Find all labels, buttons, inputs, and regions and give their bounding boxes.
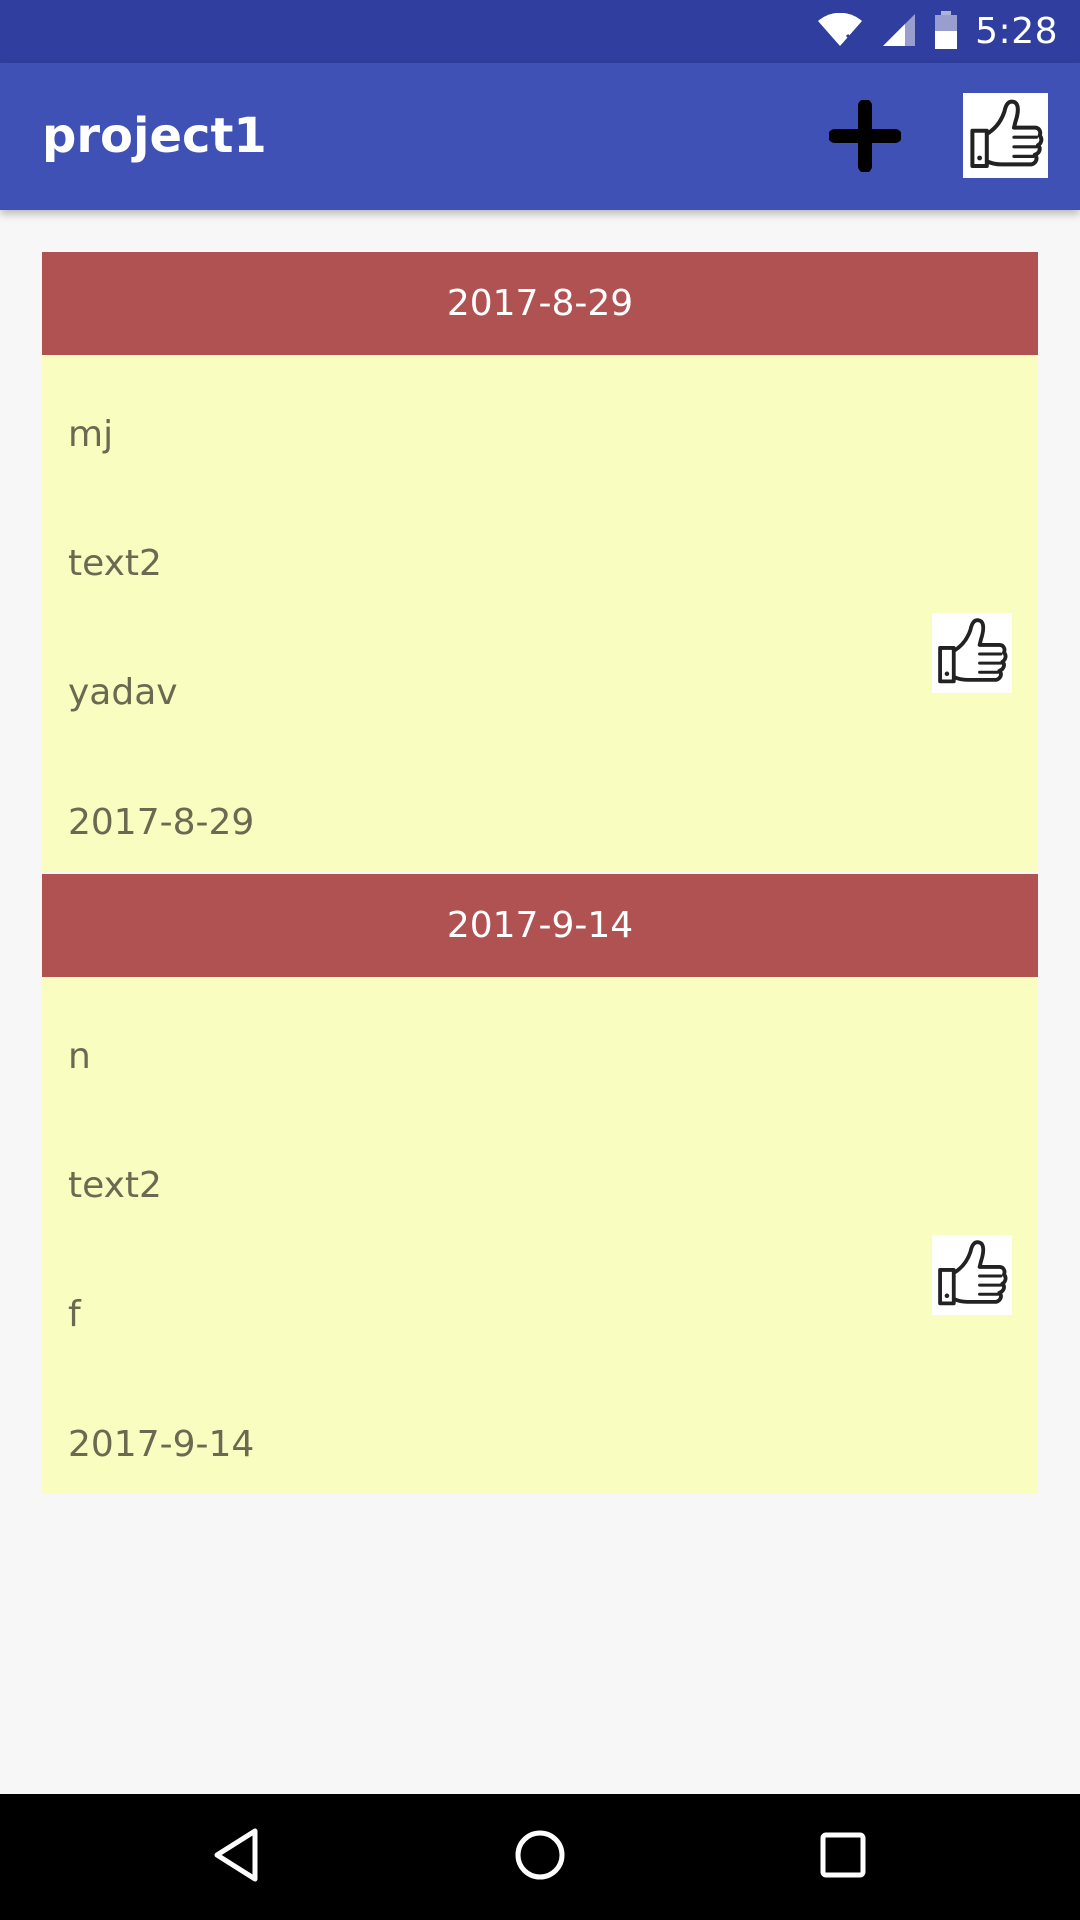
app-bar: project1 — [0, 63, 1080, 210]
entry-like-button[interactable] — [932, 1235, 1012, 1315]
app-title: project1 — [42, 108, 267, 164]
entry-line-1: mj — [68, 414, 114, 455]
recents-button[interactable] — [803, 1817, 883, 1897]
wifi-icon — [817, 12, 863, 51]
status-time: 5:28 — [975, 11, 1058, 52]
add-icon — [828, 99, 902, 176]
thumbs-up-icon — [934, 1235, 1010, 1315]
entry-line-1: n — [68, 1036, 91, 1077]
entry-date: 2017-8-29 — [68, 802, 255, 843]
home-icon — [513, 1828, 567, 1886]
thumbs-up-icon — [934, 613, 1010, 693]
back-icon — [211, 1827, 261, 1887]
battery-icon — [935, 10, 958, 53]
entry-header: 2017-9-14 — [42, 874, 1038, 977]
entry-like-button[interactable] — [932, 613, 1012, 693]
entry-card: 2017-9-14 n text2 f 2017-9-14 — [42, 874, 1038, 1494]
recents-icon — [818, 1830, 868, 1884]
thumbs-up-icon — [966, 94, 1046, 178]
entry-line-2: text2 — [68, 1165, 162, 1206]
status-bar: 5:28 — [0, 0, 1080, 63]
entry-line-2: text2 — [68, 543, 162, 584]
status-icons: 5:28 — [817, 0, 1058, 63]
entry-body[interactable]: mj text2 yadav 2017-8-29 — [42, 355, 1038, 872]
entry-card: 2017-8-29 mj text2 yadav 2017-8-29 — [42, 252, 1038, 872]
entry-date: 2017-9-14 — [68, 1424, 255, 1465]
entry-header: 2017-8-29 — [42, 252, 1038, 355]
back-button[interactable] — [196, 1817, 276, 1897]
home-button[interactable] — [500, 1817, 580, 1897]
entry-list: 2017-8-29 mj text2 yadav 2017-8-29 2017-… — [42, 252, 1038, 1494]
navigation-bar — [0, 1794, 1080, 1920]
entry-body[interactable]: n text2 f 2017-9-14 — [42, 977, 1038, 1494]
signal-icon — [881, 12, 917, 52]
thumbs-up-button[interactable] — [963, 93, 1048, 178]
entry-line-3: yadav — [68, 672, 178, 713]
add-button[interactable] — [820, 93, 910, 183]
entry-line-3: f — [68, 1294, 81, 1335]
